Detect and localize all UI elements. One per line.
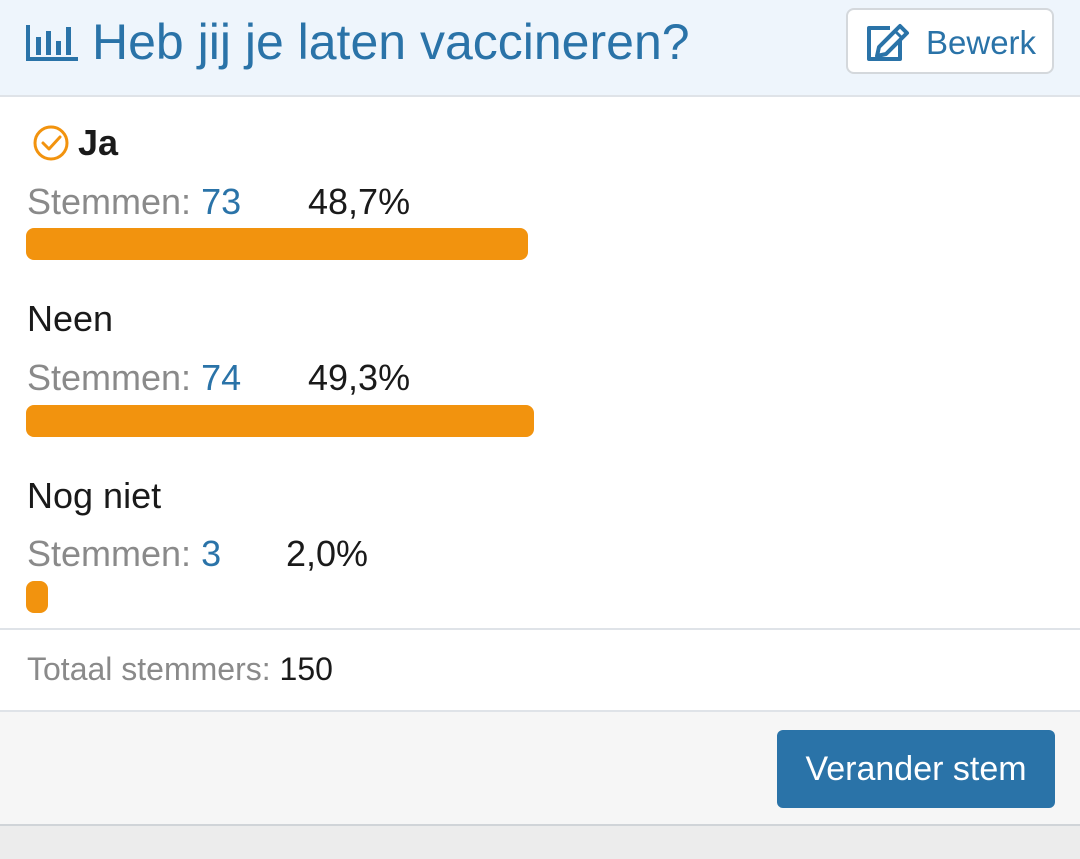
edit-icon [867, 24, 909, 61]
option-percent-neen: 49,3% [308, 357, 411, 398]
option-label-nog-niet: Nog niet [27, 475, 162, 516]
option-votes-neen: Stemmen: 74 [27, 356, 241, 400]
total-voters: Totaal stemmers: 150 [27, 648, 333, 690]
option-label-neen: Neen [27, 298, 114, 339]
option-label-ja: Ja [78, 122, 119, 163]
edit-button[interactable]: Bewerk [846, 8, 1054, 74]
poll-header: Heb jij je laten vaccineren? Bewerk [0, 0, 1080, 97]
option-percent-ja: 48,7% [308, 181, 411, 222]
change-vote-button[interactable]: Verander stem [777, 730, 1055, 808]
edit-button-label: Bewerk [926, 24, 1037, 61]
option-bar-neen [26, 405, 534, 437]
poll-footer: Verander stem [0, 710, 1080, 826]
poll-title: Heb jij je laten vaccineren? [92, 14, 690, 70]
option-bar-ja [26, 228, 528, 260]
selected-check-icon [33, 125, 69, 161]
option-votes-ja: Stemmen: 73 [27, 180, 241, 224]
total-voters-count: 150 [279, 651, 333, 687]
bar-chart-icon [26, 25, 78, 61]
votes-prefix: Stemmen: [27, 181, 192, 222]
votes-prefix: Stemmen: [27, 533, 192, 574]
votes-prefix: Stemmen: [27, 357, 192, 398]
votes-count: 74 [201, 357, 242, 398]
option-bar-nog-niet [26, 581, 48, 613]
votes-count: 73 [201, 181, 242, 222]
option-percent-nog-niet: 2,0% [286, 533, 369, 574]
divider [0, 628, 1080, 630]
votes-count: 3 [201, 533, 222, 574]
bottom-strip [0, 826, 1080, 859]
option-votes-nog-niet: Stemmen: 3 [27, 532, 221, 576]
total-voters-label: Totaal stemmers: [27, 651, 271, 687]
